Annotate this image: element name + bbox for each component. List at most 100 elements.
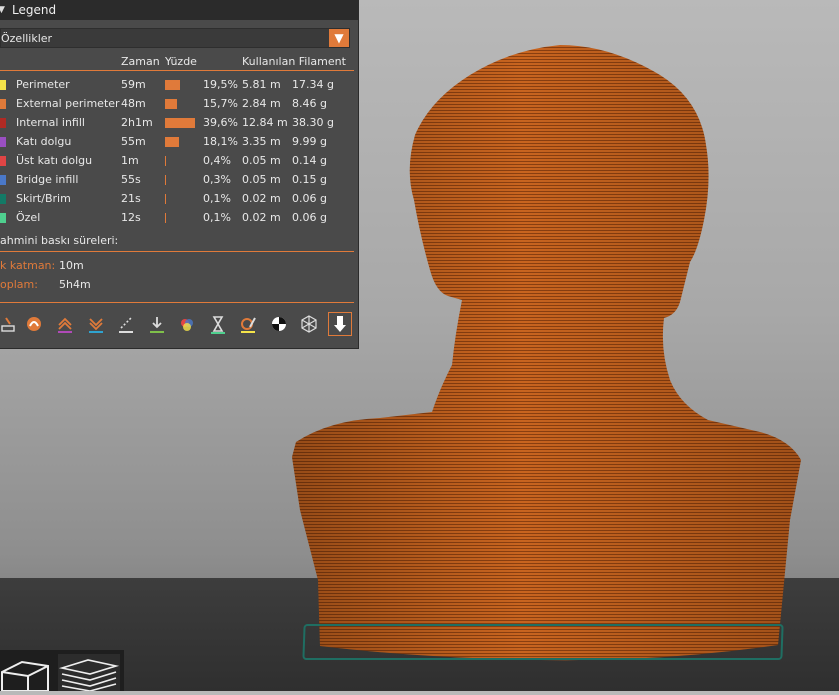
layers-view-icon[interactable] [58,654,120,692]
column-time: Zaman [121,55,160,68]
feature-label: External perimeter [16,97,120,110]
column-percent: Yüzde [165,55,197,68]
feature-length: 0.02 m [242,192,281,205]
color-swatch [0,118,6,128]
feature-weight: 17.34 g [292,78,334,91]
view-mode-switcher [0,650,124,692]
feature-time: 21s [121,192,141,205]
feature-length: 2.84 m [242,97,281,110]
column-used-filament: Kullanılan Filament [242,55,346,68]
feature-percent: 0,1% [203,211,231,224]
feature-length: 0.05 m [242,154,281,167]
print-bed-outline [302,624,784,660]
feature-percent: 0,3% [203,173,231,186]
percent-bar [165,175,166,185]
feature-percent: 39,6% [203,116,238,129]
first-layer-value: 10m [59,259,84,272]
feature-weight: 0.14 g [292,154,327,167]
feature-label: Üst katı dolgu [16,154,93,167]
estimated-times-title: ahmini baskı süreleri: [0,234,119,247]
percent-bar [165,118,195,128]
feature-label: Özel [16,211,41,224]
feature-percent: 15,7% [203,97,238,110]
percent-bar [165,156,166,166]
total-value: 5h4m [59,278,91,291]
wipe-toggle-icon[interactable] [22,312,46,336]
table-row[interactable]: Perimeter 59m 19,5% 5.81 m 17.34 g [0,76,358,95]
feature-length: 0.05 m [242,173,281,186]
color-changes-icon[interactable] [175,312,199,336]
center-of-gravity-icon[interactable] [267,312,291,336]
percent-bar [165,99,177,109]
percent-bar [165,194,166,204]
header-divider [0,70,354,71]
table-row[interactable]: External perimeter 48m 15,7% 2.84 m 8.46… [0,95,358,114]
feature-time: 55s [121,173,141,186]
seams-icon[interactable] [114,312,138,336]
color-swatch [0,80,6,90]
feature-label: Perimeter [16,78,70,91]
percent-bar [165,213,166,223]
legend-header[interactable]: ▼ Legend [0,0,358,20]
feature-label: Katı dolgu [16,135,72,148]
3d-view-cube-icon[interactable] [0,658,52,692]
table-row[interactable]: Bridge infill 55s 0,3% 0.05 m 0.15 g [0,171,358,190]
first-layer-label: k katman: [0,259,56,272]
percent-bar [165,137,179,147]
feature-weight: 0.06 g [292,211,327,224]
feature-length: 3.35 m [242,135,281,148]
feature-weight: 38.30 g [292,116,334,129]
feature-weight: 8.46 g [292,97,327,110]
table-row[interactable]: Skirt/Brim 21s 0,1% 0.02 m 0.06 g [0,190,358,209]
collapse-caret-icon[interactable]: ▼ [0,5,12,15]
shells-icon[interactable] [297,312,321,336]
feature-label: Skirt/Brim [16,192,71,205]
toolbar-divider [0,302,354,303]
pause-prints-icon[interactable] [206,312,230,336]
table-row[interactable]: Internal infill 2h1m 39,6% 12.84 m 38.30… [0,114,358,133]
legend-panel: ▼ Legend Özellikler ▼ Zaman Yüzde Kullan… [0,0,358,348]
color-swatch [0,137,6,147]
estimate-divider [0,251,354,252]
view-type-value: Özellikler [1,31,53,45]
total-label: oplam: [0,278,38,291]
feature-percent: 0,1% [203,192,231,205]
feature-time: 1m [121,154,139,167]
feature-weight: 0.15 g [292,173,327,186]
feature-time: 55m [121,135,146,148]
feature-length: 0.02 m [242,211,281,224]
color-swatch [0,213,6,223]
travel-toggle-icon[interactable] [0,312,20,336]
deretractions-icon[interactable] [84,312,108,336]
visibility-toolbar [0,312,358,338]
color-swatch [0,156,6,166]
color-swatch [0,175,6,185]
feature-time: 2h1m [121,116,153,129]
view-type-select[interactable]: Özellikler ▼ [0,28,350,48]
feature-label: Bridge infill [16,173,79,186]
dropdown-arrow-icon[interactable]: ▼ [329,29,349,47]
total-row: oplam: 5h4m [0,278,200,292]
legend-title: Legend [12,3,57,17]
color-swatch [0,99,6,109]
retractions-icon[interactable] [53,312,77,336]
color-swatch [0,194,6,204]
tool-marker-icon[interactable] [328,312,352,336]
custom-gcode-icon[interactable] [236,312,260,336]
feature-time: 12s [121,211,141,224]
feature-weight: 9.99 g [292,135,327,148]
feature-length: 5.81 m [242,78,281,91]
table-row[interactable]: Katı dolgu 55m 18,1% 3.35 m 9.99 g [0,133,358,152]
feature-time: 59m [121,78,146,91]
feature-percent: 0,4% [203,154,231,167]
feature-label: Internal infill [16,116,85,129]
feature-weight: 0.06 g [292,192,327,205]
tool-changes-icon[interactable] [145,312,169,336]
feature-percent: 18,1% [203,135,238,148]
table-row[interactable]: Özel 12s 0,1% 0.02 m 0.06 g [0,209,358,228]
first-layer-row: k katman: 10m [0,259,200,273]
feature-percent: 19,5% [203,78,238,91]
percent-bar [165,80,180,90]
table-row[interactable]: Üst katı dolgu 1m 0,4% 0.05 m 0.14 g [0,152,358,171]
feature-time: 48m [121,97,146,110]
